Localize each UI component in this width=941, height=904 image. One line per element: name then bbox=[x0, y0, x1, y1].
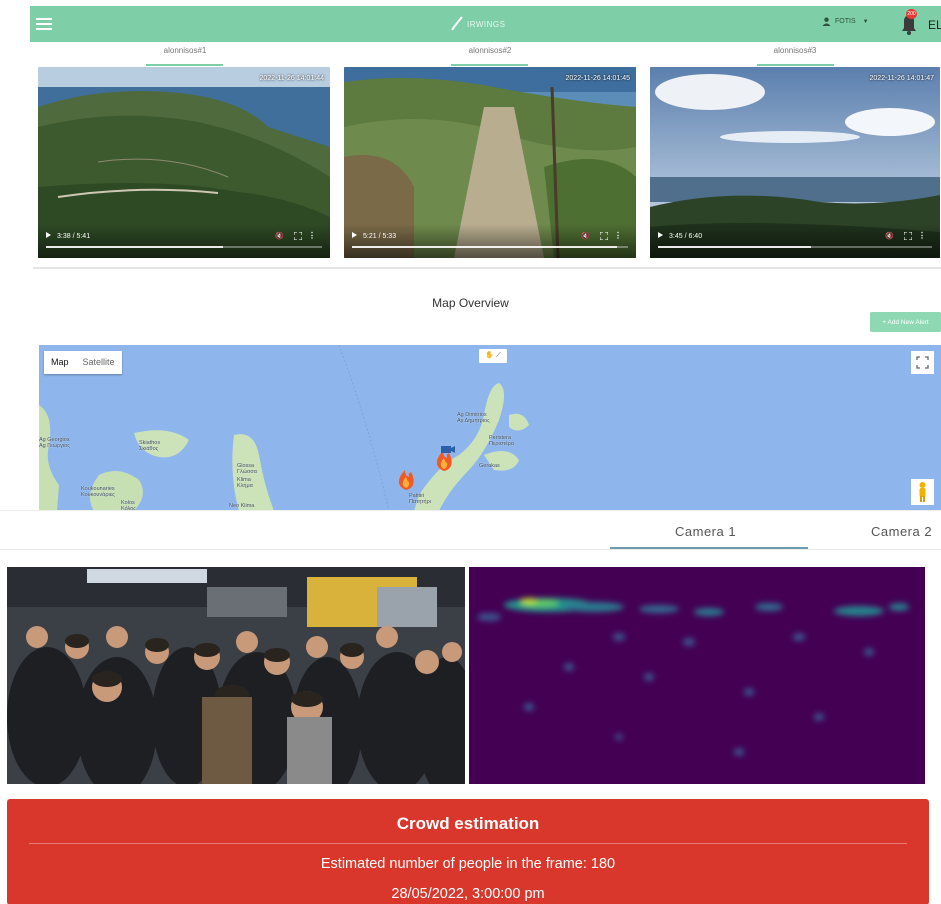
add-new-alert-button[interactable]: + Add New Alert bbox=[870, 312, 941, 332]
place-label: Skiathos Σκιάθος bbox=[139, 440, 161, 452]
camera-tab-1[interactable]: alonnisos#1 bbox=[125, 46, 245, 55]
play-icon[interactable] bbox=[46, 232, 51, 238]
play-icon[interactable] bbox=[658, 232, 663, 238]
pegman-icon bbox=[919, 482, 926, 502]
map-fullscreen-button[interactable] bbox=[911, 351, 934, 374]
camera-tab-2[interactable]: alonnisos#2 bbox=[430, 46, 550, 55]
place-label: Ag Georgios Ag Γεώργιος bbox=[39, 437, 70, 449]
section-divider bbox=[33, 267, 941, 269]
crowd-camera-image bbox=[7, 567, 465, 784]
play-icon[interactable] bbox=[352, 232, 357, 238]
video-timestamp: 2022-11-26 14:01:45 bbox=[565, 75, 630, 82]
video-progress-fill bbox=[658, 246, 812, 248]
video-timestamp: 2022-11-26 14:01:47 bbox=[869, 75, 934, 82]
volume-icon[interactable]: 🔇 bbox=[885, 232, 894, 240]
more-vert-icon[interactable]: ⋮ bbox=[614, 232, 622, 240]
video-progress-fill bbox=[46, 246, 223, 248]
volume-icon[interactable]: 🔇 bbox=[275, 232, 284, 240]
tab-underline bbox=[451, 64, 528, 66]
language-switch[interactable]: EL bbox=[928, 18, 941, 32]
camera-video-1[interactable]: 2022-11-26 14:01:44 3:38 / 5:41 🔇 ⋮ bbox=[38, 67, 330, 258]
estimation-datetime: 28/05/2022, 3:00:00 pm bbox=[391, 886, 545, 902]
map-section-title: Map Overview bbox=[432, 296, 509, 310]
more-vert-icon[interactable]: ⋮ bbox=[918, 232, 926, 240]
camera-tab-3[interactable]: alonnisos#3 bbox=[735, 46, 855, 55]
video-time: 3:38 / 5:41 bbox=[57, 233, 91, 240]
tab-camera-1[interactable]: Camera 1 bbox=[675, 524, 736, 539]
place-label: Koukounaries Κουκουνάριες bbox=[81, 486, 115, 498]
tab-divider bbox=[0, 549, 941, 550]
map-type-satellite-button[interactable]: Satellite bbox=[76, 351, 122, 374]
more-vert-icon[interactable]: ⋮ bbox=[308, 232, 316, 240]
camera-video-3[interactable]: 2022-11-26 14:01:47 3:45 / 6:40 🔇 ⋮ bbox=[650, 67, 940, 258]
fullscreen-icon bbox=[916, 356, 929, 369]
tab-underline bbox=[146, 64, 223, 66]
fullscreen-icon[interactable] bbox=[904, 232, 912, 240]
place-label: Klima Κλήμα bbox=[237, 477, 253, 489]
video-controls bbox=[344, 224, 636, 258]
place-label: Neo Klima bbox=[229, 503, 255, 509]
video-controls bbox=[650, 224, 940, 258]
place-label: Glossa Γλώσσα bbox=[237, 463, 257, 475]
active-tab-indicator bbox=[610, 547, 808, 549]
video-time: 3:45 / 6:40 bbox=[669, 233, 703, 240]
place-label: Patitiri Πατητήρι bbox=[409, 493, 431, 505]
card-divider bbox=[29, 843, 907, 844]
card-title: Crowd estimation bbox=[396, 814, 540, 833]
logo-text: IRWINGS bbox=[467, 19, 506, 29]
camera-marker-icon[interactable] bbox=[440, 445, 456, 455]
notification-badge: 200 bbox=[906, 9, 917, 19]
place-label: Peristera Περιστέρα bbox=[489, 435, 515, 447]
place-label: Ag Dimitrios Αγ Δημήτριος bbox=[457, 412, 490, 424]
user-menu[interactable]: FOTIS ▼ bbox=[822, 17, 869, 26]
map-land-layer bbox=[39, 345, 529, 511]
top-app-bar: IRWINGS FOTIS ▼ 200 EL bbox=[30, 6, 941, 42]
fullscreen-icon[interactable] bbox=[294, 232, 302, 240]
density-map bbox=[477, 598, 909, 756]
map-type-control: Map Satellite bbox=[44, 351, 122, 374]
fullscreen-icon[interactable] bbox=[600, 232, 608, 240]
video-controls bbox=[38, 224, 330, 258]
video-timestamp: 2022-11-26 14:01:44 bbox=[259, 75, 324, 82]
logo-swoosh-icon bbox=[451, 16, 463, 31]
video-progress-bar[interactable] bbox=[658, 246, 932, 248]
people-count-text: Estimated number of people in the frame:… bbox=[320, 856, 616, 872]
hamburger-menu-icon[interactable] bbox=[36, 15, 52, 33]
street-view-pegman[interactable] bbox=[911, 479, 934, 505]
crowd-estimation-panel: Camera 1 Camera 2 Crowd estimation Estim… bbox=[0, 510, 941, 904]
person-icon bbox=[822, 17, 831, 26]
drawing-tools-control[interactable]: ✋ ⟋ bbox=[479, 349, 507, 363]
camera-video-2[interactable]: 2022-11-26 14:01:45 5:21 / 5:33 🔇 ⋮ bbox=[344, 67, 636, 258]
caret-down-icon: ▼ bbox=[862, 18, 869, 25]
user-name: FOTIS bbox=[835, 18, 856, 25]
place-label: Gerakas bbox=[479, 463, 500, 469]
fire-marker-icon[interactable] bbox=[396, 467, 416, 491]
video-time: 5:21 / 5:33 bbox=[363, 233, 397, 240]
map-type-map-button[interactable]: Map bbox=[44, 351, 76, 374]
video-progress-bar[interactable] bbox=[352, 246, 628, 248]
crowd-photo bbox=[7, 567, 465, 784]
crowd-estimation-card: Crowd estimation Estimated number of peo… bbox=[7, 799, 929, 904]
tab-underline bbox=[757, 64, 834, 66]
tab-camera-2[interactable]: Camera 2 bbox=[871, 524, 932, 539]
map-view[interactable]: Ag Georgios Ag Γεώργιος Kolos Κόλος Skia… bbox=[39, 345, 941, 511]
volume-icon[interactable]: 🔇 bbox=[581, 232, 590, 240]
video-progress-bar[interactable] bbox=[46, 246, 322, 248]
crowd-density-heatmap bbox=[469, 567, 925, 784]
app-logo[interactable]: IRWINGS bbox=[450, 12, 505, 36]
video-progress-fill bbox=[352, 246, 617, 248]
